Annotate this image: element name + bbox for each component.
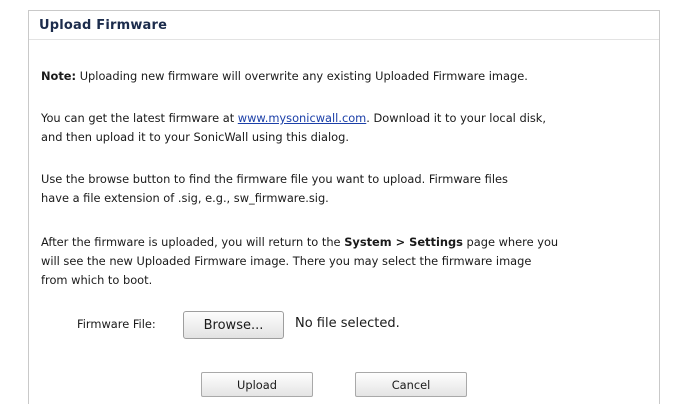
browse-instructions-paragraph: Use the browse button to find the firmwa… [41,170,661,208]
latest-text-before-link: You can get the latest firmware at [41,111,238,125]
file-status-text: No file selected. [295,316,400,331]
after-text-after-bold: page where you [462,235,559,249]
upload-button[interactable]: Upload [201,372,313,397]
cancel-button[interactable]: Cancel [355,372,467,397]
firmware-file-label: Firmware File: [77,317,156,331]
latest-text-after-link: . Download it to your local disk, [366,111,547,125]
browse-text-line1: Use the browse button to find the firmwa… [41,172,508,186]
latest-firmware-paragraph: You can get the latest firmware at www.m… [41,109,661,147]
dialog-title: Upload Firmware [29,11,659,40]
browse-text-line2: have a file extension of .sig, e.g., sw_… [41,191,329,205]
note-label: Note: [41,69,77,83]
after-upload-paragraph: After the firmware is uploaded, you will… [41,233,661,290]
after-text-line3: from which to boot. [41,273,153,287]
system-settings-label: System > Settings [344,235,463,249]
upload-firmware-dialog: Upload Firmware Note: Uploading new firm… [28,10,660,404]
firmware-file-row: Firmware File: Browse... No file selecte… [29,311,661,339]
latest-text-line2: and then upload it to your SonicWall usi… [41,130,350,144]
note-paragraph: Note: Uploading new firmware will overwr… [41,67,661,86]
after-text-before-bold: After the firmware is uploaded, you will… [41,235,345,249]
note-text: Uploading new firmware will overwrite an… [76,69,528,83]
browse-button[interactable]: Browse... [183,311,284,339]
after-text-line2: will see the new Uploaded Firmware image… [41,254,532,268]
mysonicwall-link[interactable]: www.mysonicwall.com [238,111,366,125]
